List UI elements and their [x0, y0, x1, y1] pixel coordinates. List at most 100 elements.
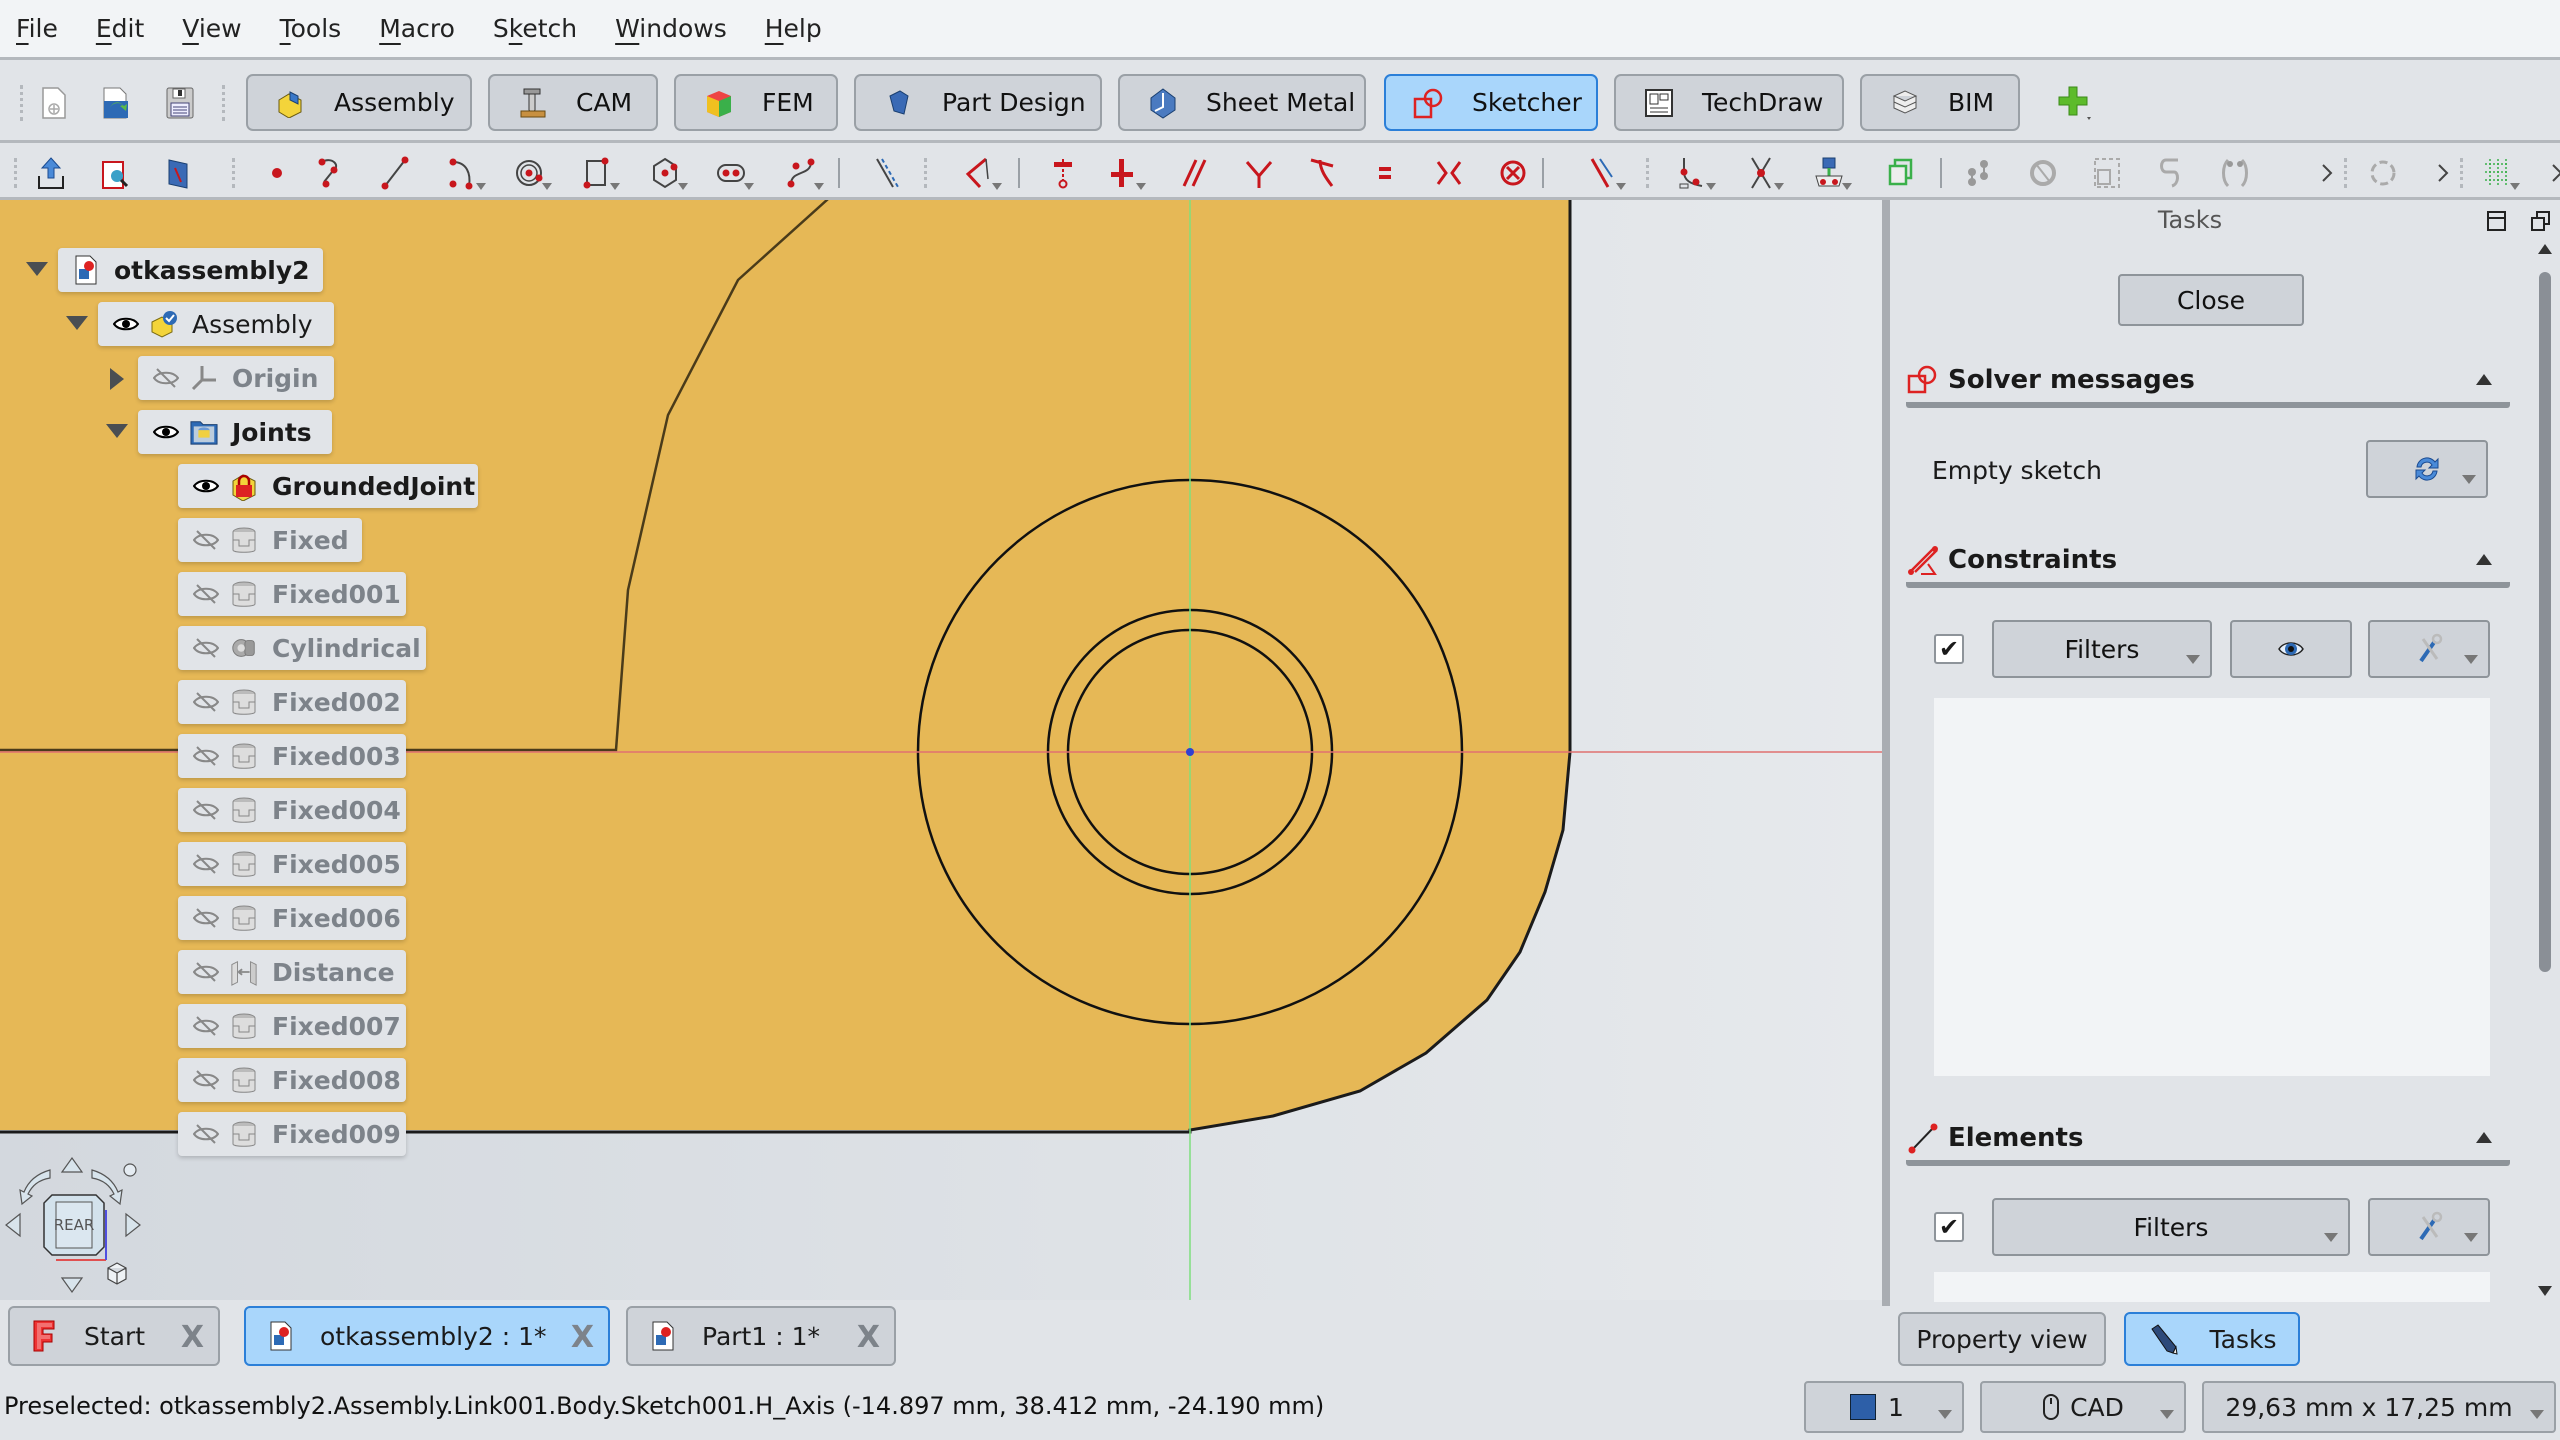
tree-item-joints[interactable]: Joints — [138, 410, 332, 454]
expand-toggle[interactable] — [110, 368, 124, 390]
workbench-sketcher-button[interactable]: Sketcher — [1384, 74, 1598, 131]
doc-tab-part1[interactable]: Part1 : 1* X — [626, 1306, 896, 1366]
more-icon[interactable] — [2308, 154, 2346, 192]
symmetric-constraint-icon[interactable] — [1430, 154, 1468, 192]
solver-update-button[interactable] — [2366, 440, 2488, 498]
expand-toggle[interactable] — [106, 424, 128, 438]
toolbar-grip[interactable] — [14, 158, 18, 188]
hidden-eye-icon[interactable] — [192, 1015, 220, 1037]
tree-item-joint[interactable]: Fixed004 — [178, 788, 406, 832]
construction-mode-icon[interactable] — [868, 154, 906, 192]
hidden-eye-icon[interactable] — [152, 367, 180, 389]
block-constraint-icon[interactable] — [1494, 154, 1532, 192]
workbench-cam-button[interactable]: CAM — [488, 74, 658, 131]
elements-settings-button[interactable] — [2368, 1198, 2490, 1256]
dropdown-arrow-icon[interactable] — [476, 183, 486, 190]
menu-help[interactable]: Help — [765, 14, 822, 43]
hidden-eye-icon[interactable] — [192, 745, 220, 767]
tree-item-joint[interactable]: Fixed009 — [178, 1112, 406, 1156]
solver-messages-header[interactable]: Solver messages — [1906, 358, 2510, 408]
dropdown-arrow-icon[interactable] — [1774, 183, 1784, 190]
tree-item-joint[interactable]: Fixed — [178, 518, 362, 562]
elements-header[interactable]: Elements — [1906, 1116, 2510, 1166]
scroll-thumb[interactable] — [2539, 272, 2551, 972]
menu-tools[interactable]: Tools — [280, 14, 342, 43]
tree-item-origin[interactable]: Origin — [138, 356, 334, 400]
hidden-eye-icon[interactable] — [192, 961, 220, 983]
hidden-eye-icon[interactable] — [192, 1069, 220, 1091]
rectangle-icon[interactable] — [578, 154, 620, 192]
polygon-icon[interactable] — [646, 154, 688, 192]
toolbar-grip[interactable] — [222, 85, 226, 121]
select-points-icon[interactable] — [1960, 154, 1998, 192]
point-icon[interactable] — [258, 154, 296, 192]
constraints-visibility-button[interactable] — [2230, 620, 2352, 678]
collapse-icon[interactable] — [2476, 1132, 2492, 1143]
tree-item-assembly[interactable]: Assembly — [98, 302, 334, 346]
fillet-icon[interactable] — [1674, 154, 1716, 192]
menu-sketch[interactable]: Sketch — [493, 14, 577, 43]
hidden-eye-icon[interactable] — [192, 529, 220, 551]
dropdown-arrow-icon[interactable] — [678, 183, 688, 190]
bspline-icon[interactable] — [782, 154, 824, 192]
validate-icon[interactable] — [2364, 154, 2402, 192]
tree-item-joint[interactable]: Fixed008 — [178, 1058, 406, 1102]
elements-checkbox[interactable]: ✔ — [1934, 1212, 1964, 1242]
visible-eye-icon[interactable] — [112, 313, 140, 335]
arc-icon[interactable] — [444, 154, 486, 192]
collapse-icon[interactable] — [2476, 554, 2492, 565]
tree-item-joint[interactable]: Fixed006 — [178, 896, 406, 940]
view-section-icon[interactable] — [160, 154, 198, 192]
symmetry-icon[interactable] — [2216, 154, 2254, 192]
dropdown-arrow-icon[interactable] — [1842, 183, 1852, 190]
equal-constraint-icon[interactable] — [1366, 154, 1404, 192]
constraints-filters-dropdown[interactable]: Filters — [1992, 620, 2212, 678]
dropdown-arrow-icon[interactable] — [744, 183, 754, 190]
line-icon[interactable] — [376, 154, 414, 192]
visible-eye-icon[interactable] — [192, 475, 220, 497]
open-document-icon[interactable] — [96, 83, 136, 123]
scroll-down-icon[interactable] — [2538, 1286, 2552, 1296]
tree-item-joint[interactable]: Fixed002 — [178, 680, 406, 724]
slot-icon[interactable] — [712, 154, 754, 192]
dropdown-arrow-icon[interactable] — [1136, 183, 1146, 190]
tree-item-joint[interactable]: GroundedJoint — [178, 464, 478, 508]
hidden-eye-icon[interactable] — [192, 1123, 220, 1145]
workbench-techdraw-button[interactable]: TechDraw — [1614, 74, 1844, 131]
elements-filters-dropdown[interactable]: Filters — [1992, 1198, 2350, 1256]
dimension-icon[interactable] — [1584, 154, 1626, 192]
workbench-sheet-metal-button[interactable]: Sheet Metal — [1118, 74, 1366, 131]
dropdown-arrow-icon[interactable] — [992, 183, 1002, 190]
elements-list[interactable] — [1934, 1272, 2490, 1302]
constraints-checkbox[interactable]: ✔ — [1934, 634, 1964, 664]
parallel-constraint-icon[interactable] — [1176, 154, 1214, 192]
dropdown-arrow-icon[interactable] — [1616, 183, 1626, 190]
navigation-style-dropdown[interactable]: CAD — [1980, 1381, 2186, 1433]
menu-view[interactable]: View — [182, 14, 241, 43]
rotate-icon[interactable] — [2024, 154, 2062, 192]
new-document-icon[interactable] — [34, 83, 74, 123]
toolbar-grip[interactable] — [20, 85, 24, 121]
hidden-eye-icon[interactable] — [192, 691, 220, 713]
offset-icon[interactable] — [2152, 154, 2190, 192]
perpendicular-constraint-icon[interactable] — [1240, 154, 1278, 192]
tree-item-joint[interactable]: Distance — [178, 950, 406, 994]
grid-icon[interactable] — [2478, 154, 2520, 192]
hidden-eye-icon[interactable] — [192, 637, 220, 659]
external-geometry-icon[interactable] — [960, 154, 1002, 192]
tree-item-document[interactable]: otkassembly2 — [58, 248, 323, 292]
tab-property-view[interactable]: Property view — [1898, 1312, 2106, 1366]
add-workbench-icon[interactable] — [2055, 83, 2095, 123]
close-tab-icon[interactable]: X — [181, 1320, 204, 1355]
hidden-eye-icon[interactable] — [192, 907, 220, 929]
3d-viewport[interactable]: otkassembly2 Assembly Origin Joints Grou… — [0, 200, 1882, 1300]
menu-macro[interactable]: Macro — [379, 14, 455, 43]
horizontal-vertical-constraint-icon[interactable] — [1104, 154, 1146, 192]
hidden-eye-icon[interactable] — [192, 799, 220, 821]
close-button[interactable]: Close — [2118, 274, 2304, 326]
menu-file[interactable]: File — [16, 14, 58, 43]
panel-splitter[interactable] — [1882, 200, 1890, 1306]
visible-eye-icon[interactable] — [152, 421, 180, 443]
workbench-fem-button[interactable]: FEM — [674, 74, 838, 131]
scroll-up-icon[interactable] — [2538, 244, 2552, 254]
